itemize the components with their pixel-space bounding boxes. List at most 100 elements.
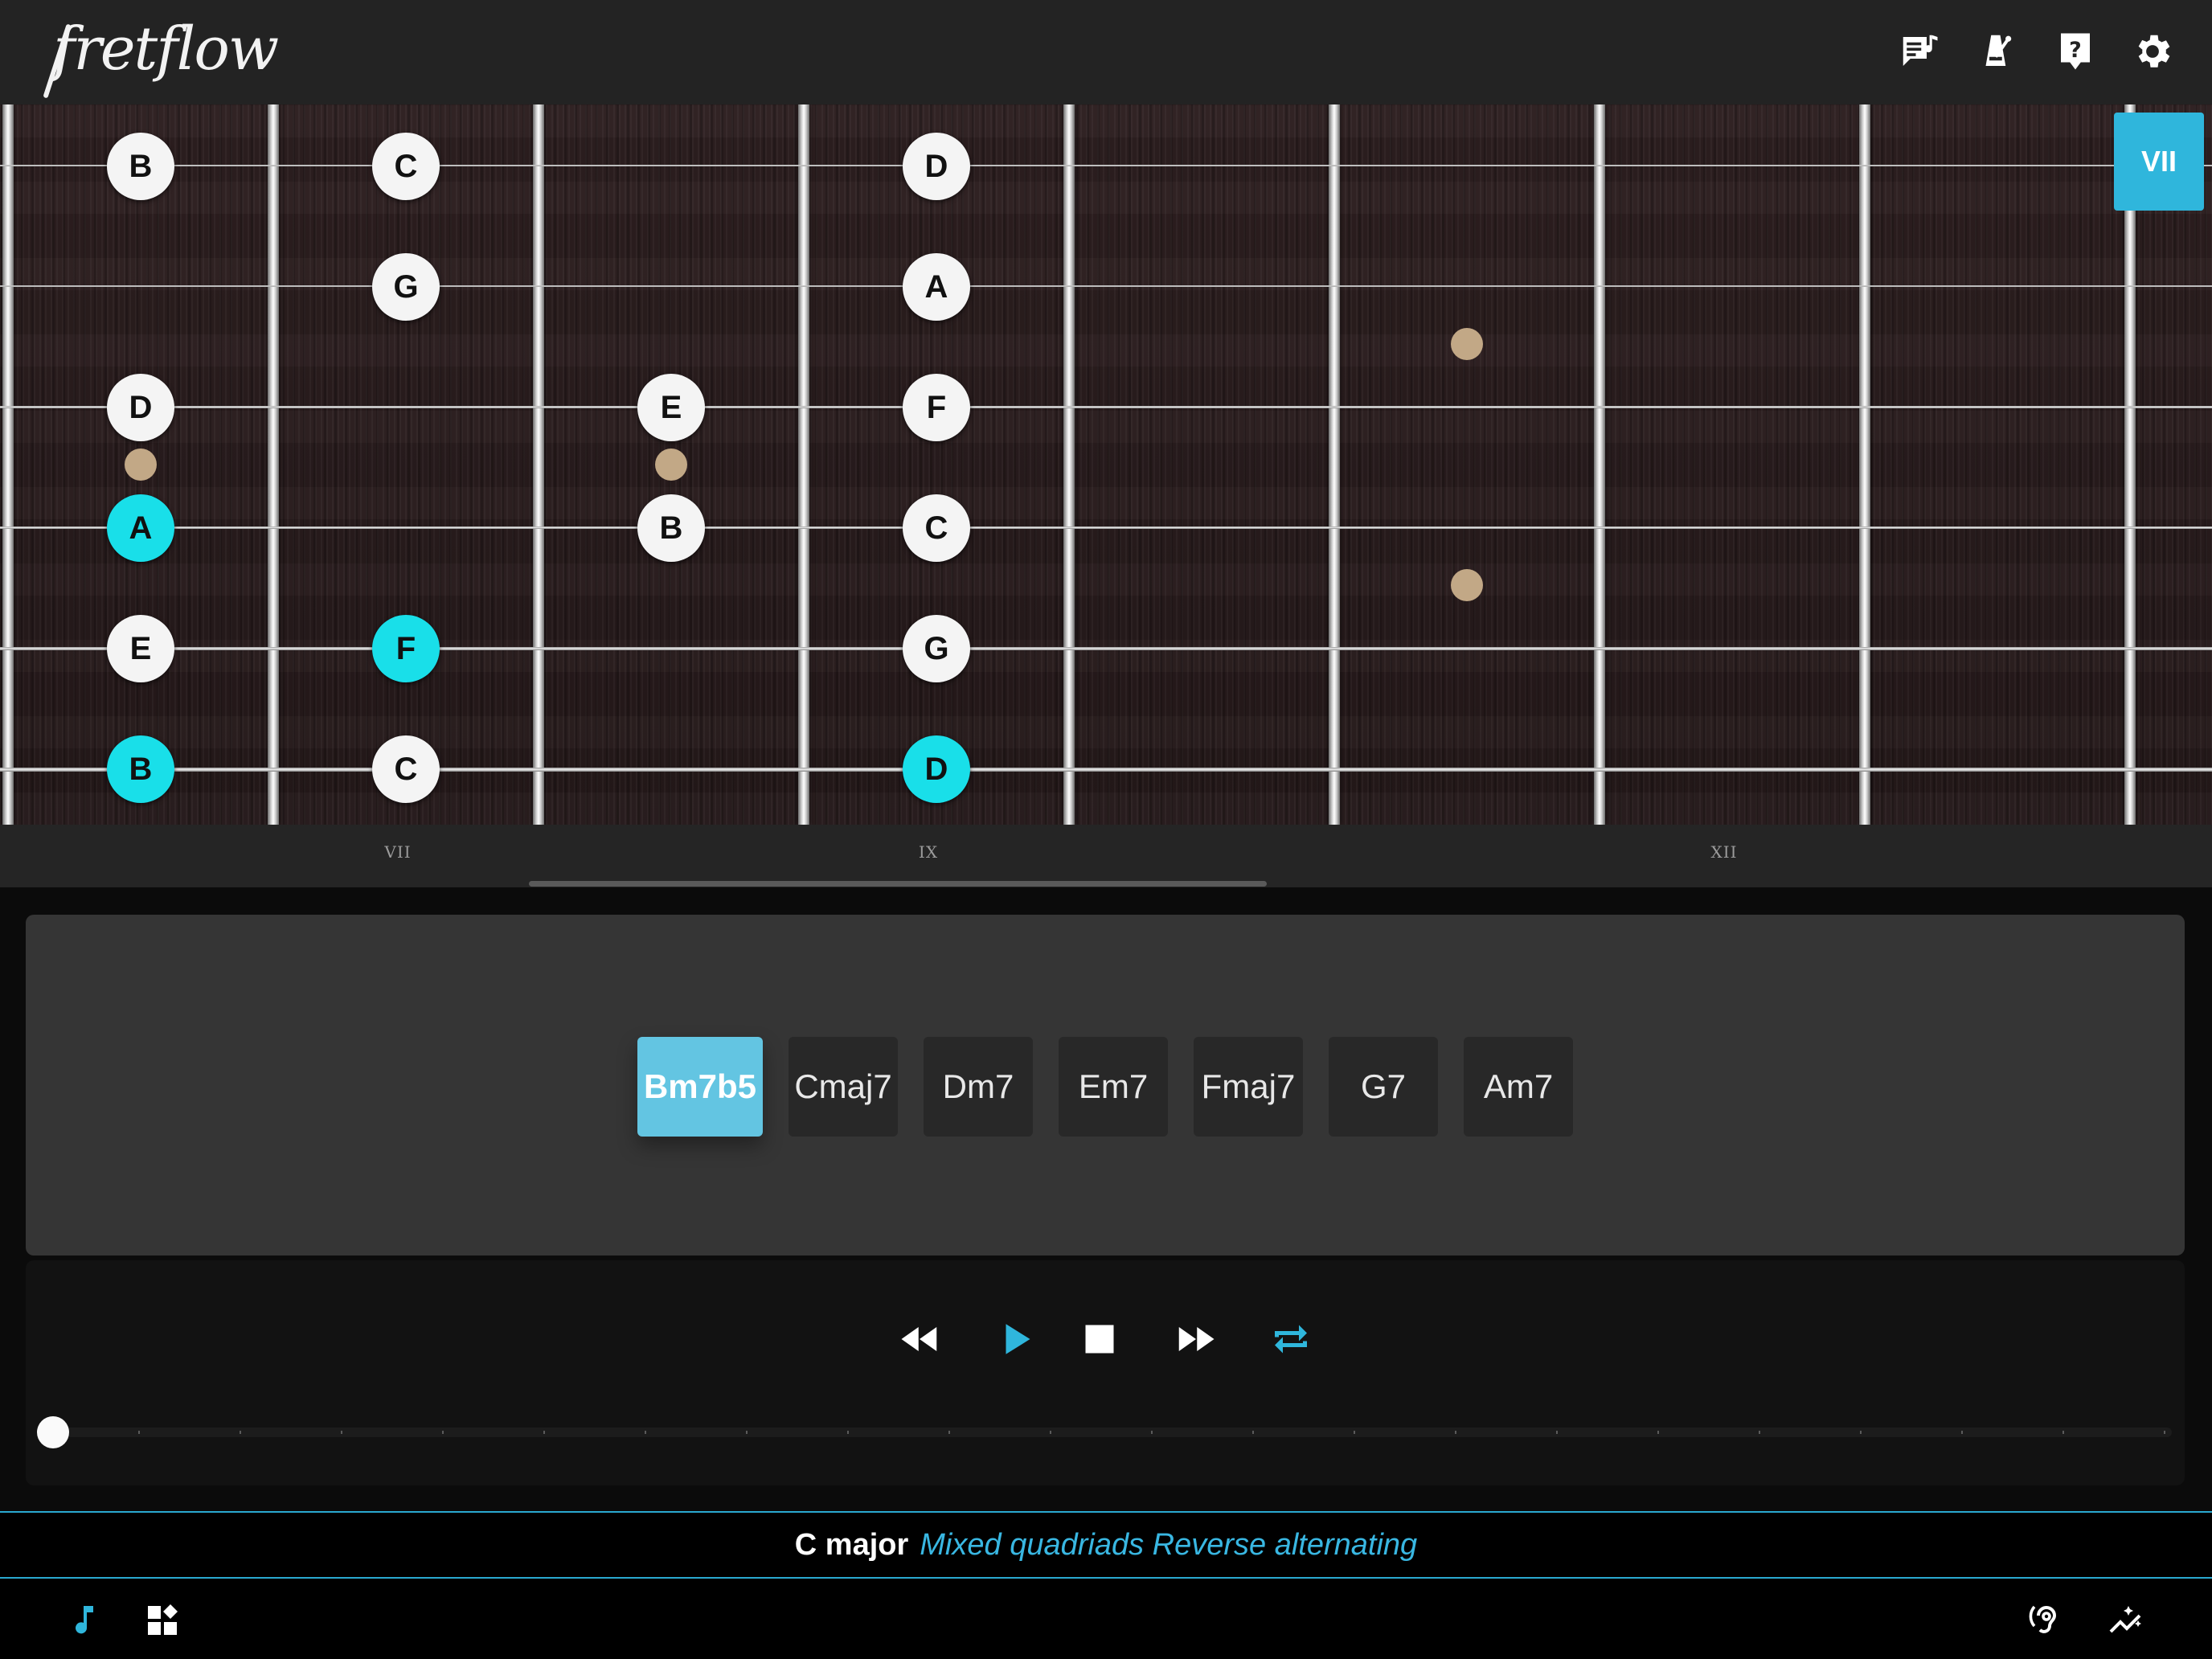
fret-wire: [268, 104, 279, 825]
repeat-button[interactable]: [1260, 1309, 1321, 1370]
widgets-button[interactable]: [138, 1596, 186, 1645]
root-note-marker[interactable]: F: [372, 615, 440, 682]
stop-button[interactable]: [1069, 1309, 1130, 1370]
progress-thumb[interactable]: [37, 1416, 69, 1448]
rewind-icon: [901, 1327, 937, 1351]
guitar-string: [0, 526, 2212, 529]
timeline-tick: [1252, 1431, 1254, 1434]
ear-training-button[interactable]: [2019, 1596, 2067, 1645]
fret-inlay-dot: [655, 449, 687, 481]
fret-inlay-dot: [125, 449, 157, 481]
svg-text:?: ?: [2069, 38, 2082, 63]
status-mode[interactable]: Mixed quadriads Reverse alternating: [920, 1528, 1417, 1563]
chord-chip-cmaj7[interactable]: Cmaj7: [789, 1037, 898, 1137]
chord-chip-em7[interactable]: Em7: [1059, 1037, 1168, 1137]
progress-timeline[interactable]: [37, 1416, 2172, 1448]
widgets-icon: [148, 1604, 178, 1635]
fretboard-scrollbar[interactable]: [529, 881, 1267, 887]
fret-wire: [1859, 104, 1870, 825]
chord-chip-am7[interactable]: Am7: [1464, 1037, 1573, 1137]
fret-wire: [533, 104, 544, 825]
timeline-tick: [1556, 1431, 1558, 1434]
timeline-tick: [2062, 1431, 2064, 1434]
fret-label-7: VII: [384, 842, 412, 862]
lesson-notes-icon: [1903, 35, 1938, 66]
timeline-tick: [1759, 1431, 1760, 1434]
timeline-tick: [1050, 1431, 1051, 1434]
note-marker[interactable]: C: [372, 133, 440, 200]
timeline-tick: [1455, 1431, 1456, 1434]
lesson-notes-button[interactable]: [1895, 27, 1944, 76]
note-marker[interactable]: C: [903, 494, 970, 562]
guitar-string: [0, 406, 2212, 408]
timeline-tick: [1657, 1431, 1659, 1434]
repeat-icon: [1275, 1325, 1307, 1354]
note-marker[interactable]: G: [372, 253, 440, 321]
timeline-tick: [746, 1431, 748, 1434]
guitar-string: [0, 768, 2212, 772]
timeline-tick: [1151, 1431, 1153, 1434]
fret-number-strip: VII IX XII: [0, 825, 2212, 887]
fast-forward-icon: [1178, 1327, 1215, 1351]
metronome-icon: [1985, 35, 2012, 66]
fret-wire: [1594, 104, 1605, 825]
note-marker[interactable]: G: [903, 615, 970, 682]
fret-label-9: IX: [918, 842, 939, 862]
auto-graph-button[interactable]: [2101, 1596, 2149, 1645]
fret-inlay-dot: [1451, 328, 1483, 360]
status-bar: C major Mixed quadriads Reverse alternat…: [0, 1511, 2212, 1579]
chord-panel: Bm7b5 Cmaj7 Dm7 Em7 Fmaj7 G7 Am7: [26, 915, 2185, 1256]
note-marker[interactable]: E: [107, 615, 174, 682]
play-button[interactable]: [985, 1309, 1047, 1370]
help-button[interactable]: ?: [2051, 27, 2099, 76]
settings-button[interactable]: [2128, 27, 2177, 76]
note-marker[interactable]: E: [637, 374, 705, 441]
ear-training-icon: [2029, 1605, 2057, 1633]
fret-wire: [2124, 104, 2136, 825]
guitar-string: [0, 285, 2212, 287]
guitar-string: [0, 165, 2212, 166]
note-marker[interactable]: A: [903, 253, 970, 321]
root-note-marker[interactable]: A: [107, 494, 174, 562]
fretboard[interactable]: BCDGADEFABCEFGBCD: [0, 104, 2212, 825]
rewind-button[interactable]: [889, 1309, 950, 1370]
timeline-tick: [138, 1431, 140, 1434]
note-marker[interactable]: D: [903, 133, 970, 200]
settings-icon: [2138, 35, 2170, 68]
app-logo: fretflow: [43, 14, 279, 99]
fret-inlay-dot: [1451, 569, 1483, 601]
transport-panel: [26, 1260, 2185, 1485]
fret-label-12: XII: [1710, 842, 1738, 862]
play-icon: [1006, 1324, 1030, 1354]
note-marker[interactable]: C: [372, 735, 440, 803]
root-note-marker[interactable]: B: [107, 735, 174, 803]
timeline-tick: [1354, 1431, 1355, 1434]
note-marker[interactable]: B: [107, 133, 174, 200]
metronome-button[interactable]: [1972, 27, 2021, 76]
timeline-tick: [2164, 1431, 2165, 1434]
note-marker[interactable]: B: [637, 494, 705, 562]
chord-chip-g7[interactable]: G7: [1329, 1037, 1438, 1137]
fret-wire: [798, 104, 809, 825]
music-note-button[interactable]: [59, 1596, 108, 1645]
chord-chip-bm7b5[interactable]: Bm7b5: [637, 1037, 763, 1137]
top-bar: fretflow ?: [0, 0, 2212, 104]
note-marker[interactable]: D: [107, 374, 174, 441]
status-key: C major: [794, 1527, 909, 1562]
root-note-marker[interactable]: D: [903, 735, 970, 803]
bottom-bar: [0, 1579, 2212, 1659]
chord-chip-dm7[interactable]: Dm7: [924, 1037, 1033, 1137]
note-marker[interactable]: F: [903, 374, 970, 441]
guitar-string: [0, 647, 2212, 650]
timeline-tick: [948, 1431, 950, 1434]
fast-forward-button[interactable]: [1165, 1309, 1227, 1370]
position-badge[interactable]: VII: [2114, 113, 2204, 211]
timeline-tick: [1860, 1431, 1862, 1434]
timeline-tick: [543, 1431, 545, 1434]
timeline-tick: [847, 1431, 849, 1434]
stop-icon: [1085, 1325, 1114, 1354]
help-icon: ?: [2061, 33, 2090, 70]
timeline-tick: [645, 1431, 646, 1434]
chord-list: Bm7b5 Cmaj7 Dm7 Em7 Fmaj7 G7 Am7: [26, 1037, 2185, 1137]
chord-chip-fmaj7[interactable]: Fmaj7: [1194, 1037, 1303, 1137]
